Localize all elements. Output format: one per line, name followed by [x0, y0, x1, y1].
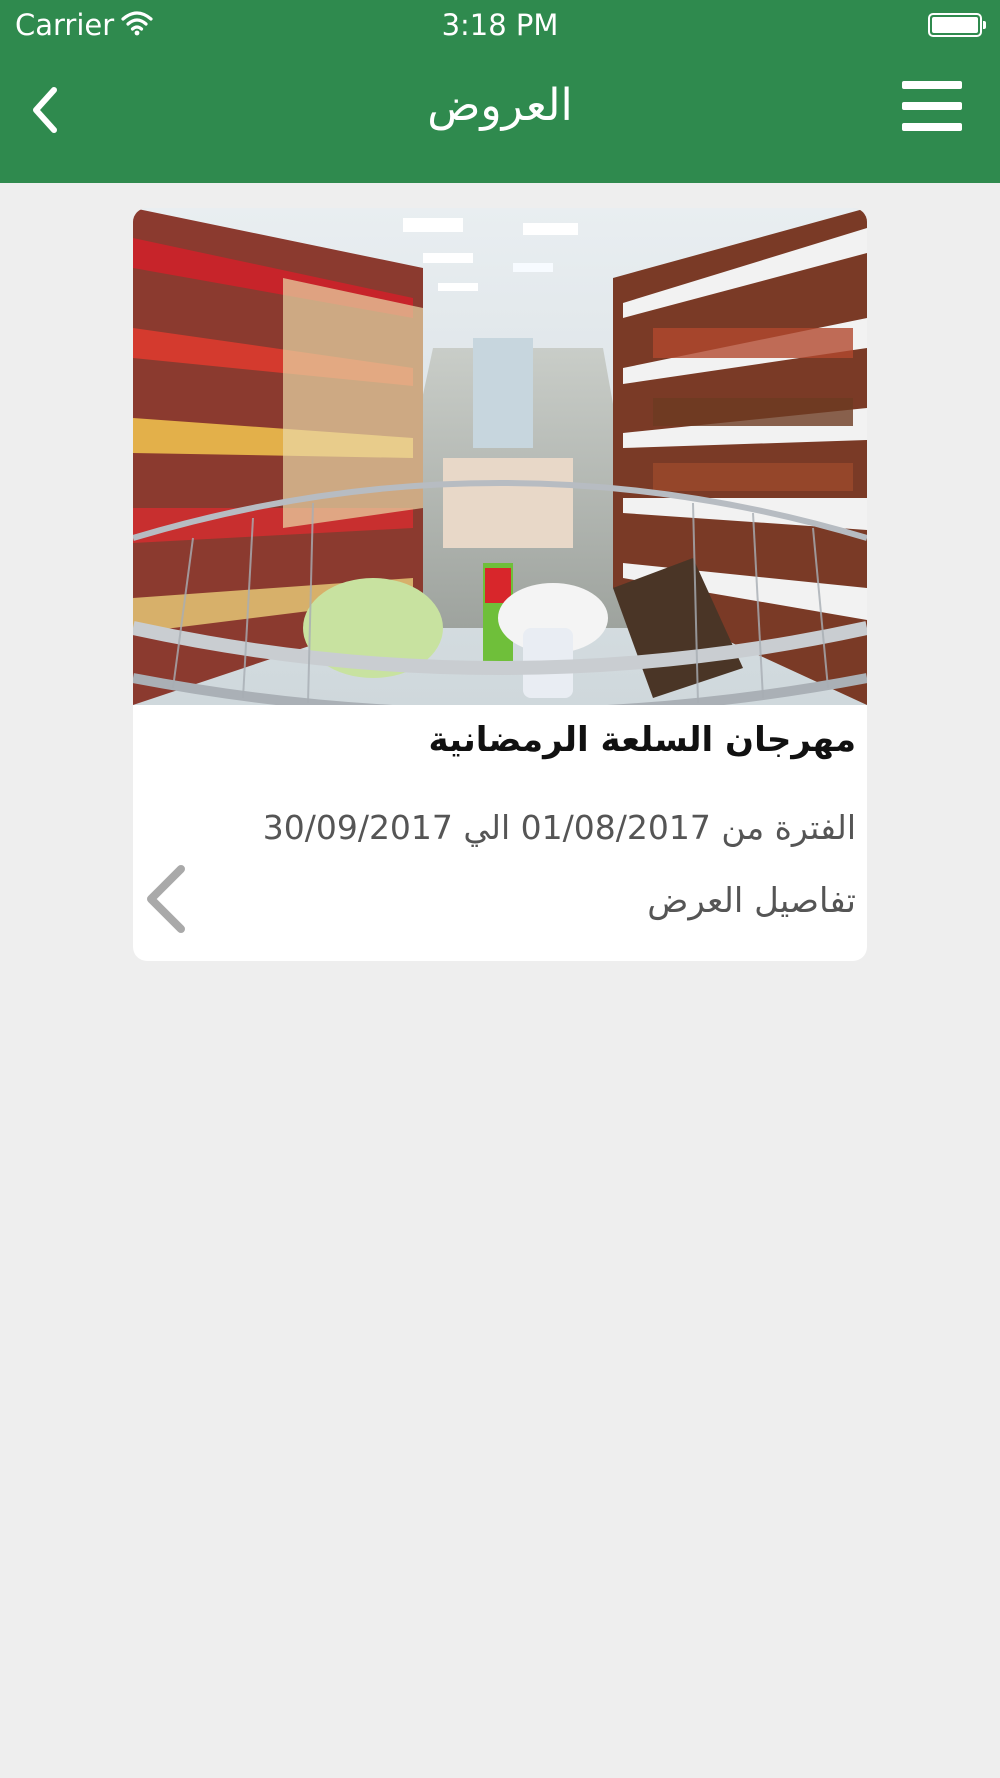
offer-image	[133, 208, 867, 705]
top-bar: Carrier 3:18 PM العروض	[0, 0, 1000, 183]
battery-icon	[928, 13, 986, 37]
menu-button[interactable]	[902, 81, 962, 131]
navigation-bar: العروض	[0, 50, 1000, 183]
offer-card[interactable]: مهرجان السلعة الرمضانية الفترة من 01/08/…	[133, 208, 867, 961]
page-title: العروض	[427, 80, 573, 131]
offer-period: الفترة من 01/08/2017 الي 30/09/2017	[262, 808, 856, 847]
hamburger-menu-icon	[902, 81, 962, 89]
offer-title: مهرجان السلعة الرمضانية	[428, 720, 856, 760]
chevron-left-icon[interactable]	[141, 861, 191, 937]
status-bar: Carrier 3:18 PM	[0, 0, 1000, 50]
offer-details-link[interactable]: تفاصيل العرض	[256, 881, 856, 921]
status-time: 3:18 PM	[441, 8, 559, 42]
